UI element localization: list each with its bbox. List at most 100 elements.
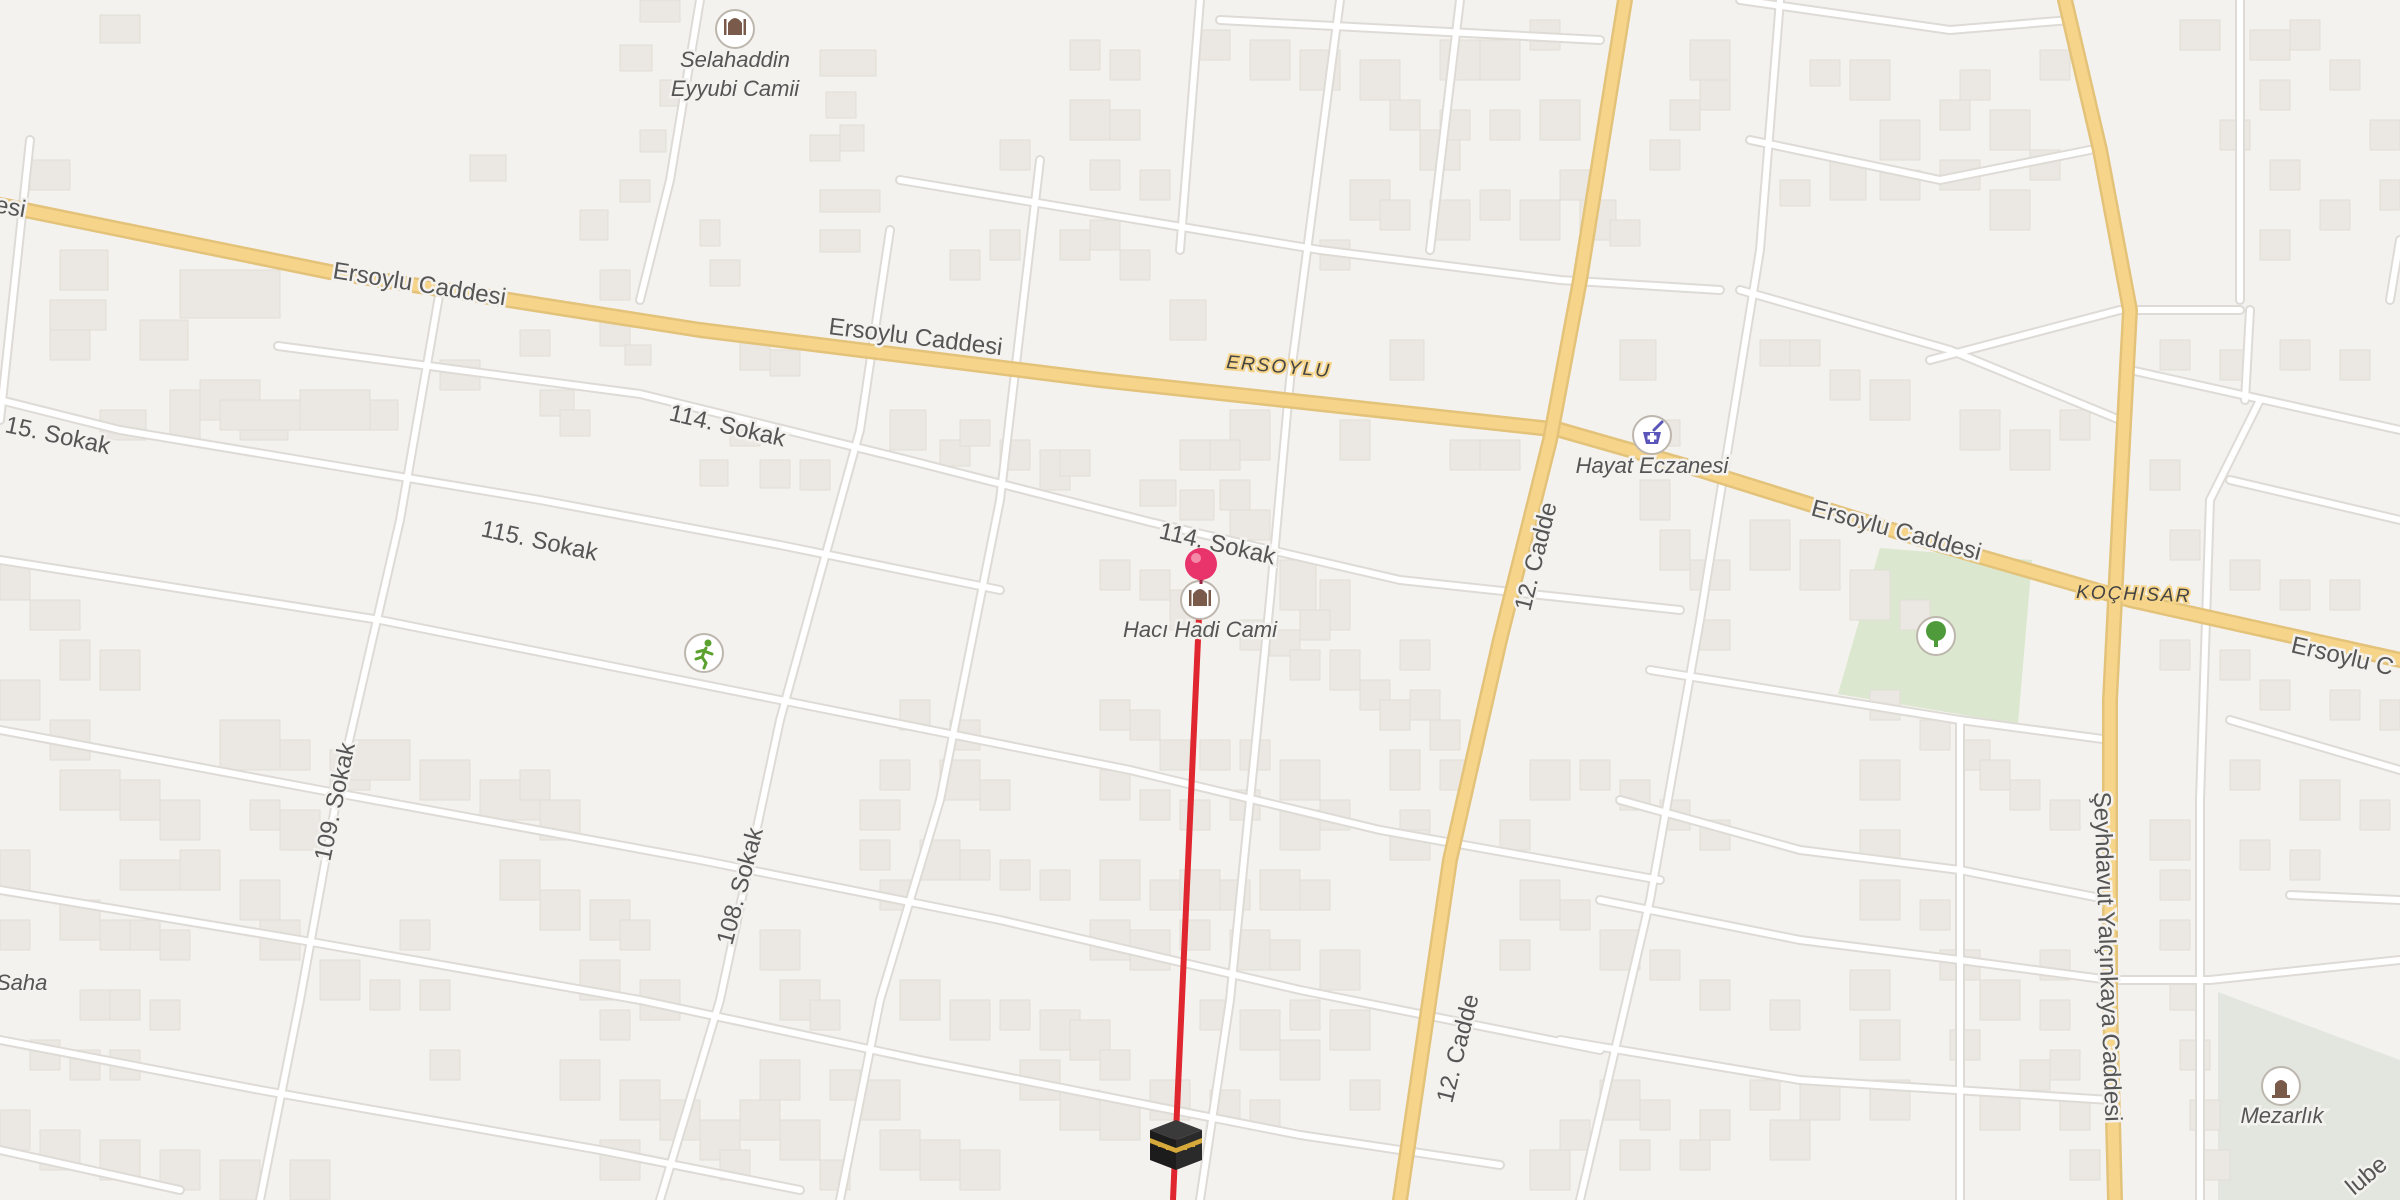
building xyxy=(1519,879,1561,921)
building xyxy=(699,459,729,487)
building xyxy=(0,1109,31,1151)
running-icon xyxy=(684,633,724,673)
building xyxy=(2369,119,2400,151)
building xyxy=(1209,439,1241,471)
building xyxy=(399,919,431,951)
building xyxy=(1919,719,1951,751)
building xyxy=(1219,479,1251,511)
building xyxy=(1989,189,2031,231)
building xyxy=(1529,1149,1571,1191)
poi-sports[interactable] xyxy=(684,633,724,673)
building xyxy=(1109,109,1141,141)
building xyxy=(0,919,31,951)
building xyxy=(1769,999,1801,1031)
building xyxy=(999,139,1031,171)
building xyxy=(1289,999,1321,1031)
building xyxy=(1919,899,1951,931)
building xyxy=(29,599,81,631)
building xyxy=(1149,879,1181,911)
building xyxy=(1699,979,1731,1011)
building xyxy=(2379,699,2400,731)
building xyxy=(2069,1149,2101,1181)
poi-label-saha: Saha xyxy=(0,970,47,995)
building xyxy=(2049,799,2081,831)
building xyxy=(859,799,901,831)
building xyxy=(1769,1119,1811,1161)
building xyxy=(1039,869,1071,901)
building xyxy=(2269,159,2301,191)
building xyxy=(1099,769,1131,801)
building xyxy=(2009,779,2041,811)
building xyxy=(299,389,371,431)
building xyxy=(619,44,653,72)
poi-label-selahaddin-1: Selahaddin xyxy=(680,47,790,72)
building xyxy=(1479,439,1521,471)
building xyxy=(1329,649,1361,691)
building xyxy=(1849,59,1891,101)
building xyxy=(1439,39,1481,81)
building xyxy=(419,979,451,1011)
building xyxy=(1799,539,1841,591)
building xyxy=(1139,169,1171,201)
building xyxy=(799,459,831,491)
building xyxy=(2259,79,2291,111)
building xyxy=(1279,759,1321,801)
mosque-icon xyxy=(1180,580,1220,620)
building xyxy=(699,219,721,247)
building xyxy=(1089,159,1121,191)
building xyxy=(1339,419,1371,461)
building xyxy=(1379,199,1411,231)
building xyxy=(959,849,991,881)
poi-label-selahaddin-2: Eyyubi Camii xyxy=(671,76,800,101)
building xyxy=(1789,339,1821,367)
building xyxy=(2159,869,2191,901)
building xyxy=(249,799,281,831)
building xyxy=(2279,339,2311,371)
building xyxy=(1139,479,1177,507)
building xyxy=(2229,759,2261,791)
building xyxy=(639,0,681,23)
building xyxy=(49,329,91,361)
building xyxy=(1399,639,1431,671)
poi-park[interactable] xyxy=(1916,616,1956,656)
building xyxy=(469,154,507,182)
building xyxy=(1389,99,1421,131)
poi-label-hayat: Hayat Eczanesi xyxy=(1576,453,1730,478)
building xyxy=(1489,109,1521,141)
building xyxy=(2039,999,2071,1031)
building xyxy=(619,1079,661,1121)
building xyxy=(99,919,131,951)
building xyxy=(599,269,631,301)
building xyxy=(1099,859,1141,901)
building xyxy=(1849,969,1891,1011)
building xyxy=(1829,369,1861,401)
building xyxy=(1559,899,1591,931)
building xyxy=(1499,939,1531,971)
building xyxy=(959,419,991,447)
building xyxy=(109,989,141,1021)
building xyxy=(1639,479,1671,521)
tombstone-icon xyxy=(2261,1066,2301,1106)
building xyxy=(1979,759,2011,791)
building xyxy=(1169,299,1207,341)
building xyxy=(809,999,841,1031)
building xyxy=(769,349,801,377)
building xyxy=(989,229,1021,261)
building xyxy=(1959,409,2001,451)
kaaba-icon[interactable] xyxy=(1150,1120,1202,1170)
building xyxy=(1749,519,1791,571)
building xyxy=(1559,1119,1591,1151)
building xyxy=(1259,869,1301,911)
pharmacy-icon xyxy=(1632,415,1672,455)
building xyxy=(1869,379,1911,421)
building xyxy=(1529,759,1571,801)
building xyxy=(1939,99,1971,131)
building xyxy=(579,209,609,241)
poi-label-mezarlik: Mezarlık xyxy=(2240,1103,2324,1128)
map-canvas[interactable]: esi Ersoylu Caddesi Ersoylu Caddesi ERSO… xyxy=(0,0,2400,1200)
building xyxy=(279,739,311,771)
building xyxy=(1109,49,1141,81)
building xyxy=(759,1059,801,1101)
building xyxy=(1659,529,1691,571)
building xyxy=(1699,79,1731,111)
